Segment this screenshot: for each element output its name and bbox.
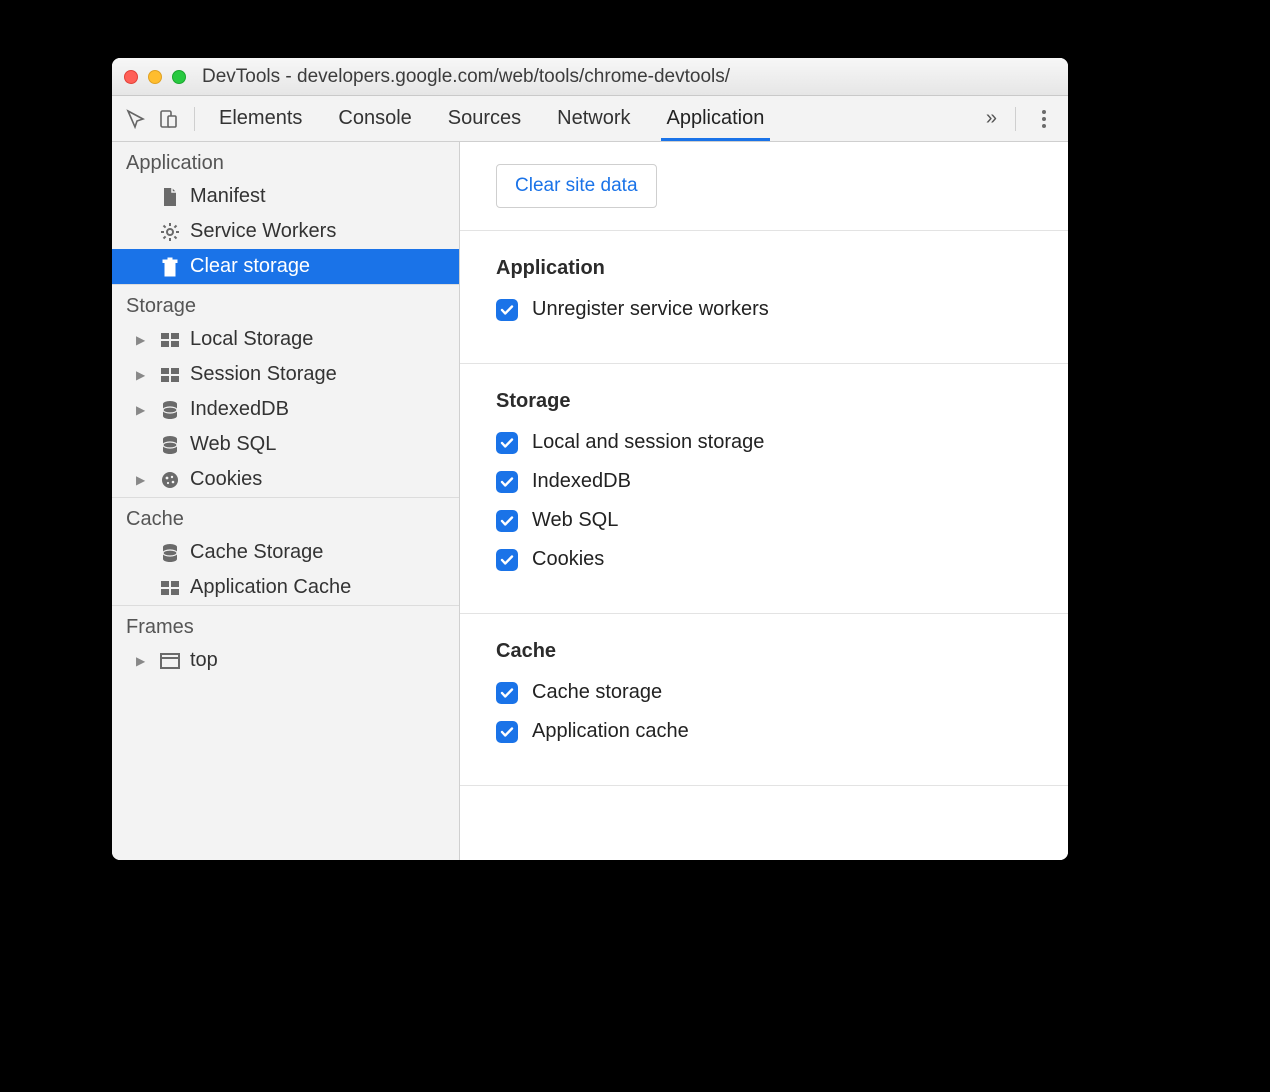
sidebar-item-label: Manifest (190, 185, 266, 208)
checkbox-application-cache[interactable]: Application cache (496, 720, 1032, 743)
sidebar-item-label: Web SQL (190, 433, 276, 456)
trash-icon (160, 257, 180, 277)
checkbox-cache-storage[interactable]: Cache storage (496, 681, 1032, 704)
sidebar-group-storage: Storage (112, 284, 459, 322)
section-storage: Storage Local and session storage IndexedD… (460, 364, 1068, 614)
sidebar-item-label: Session Storage (190, 363, 337, 386)
checkbox-box[interactable] (496, 471, 518, 493)
checkbox-box[interactable] (496, 721, 518, 743)
section-cache: Cache Cache storage Application cache (460, 614, 1068, 786)
devtools-toolbar: Elements Console Sources Network Application… (112, 96, 1068, 142)
sidebar-item-local-storage[interactable]: ▶ Local Storage (112, 322, 459, 357)
toggle-device-toolbar-icon[interactable] (154, 105, 182, 133)
sidebar-item-label: top (190, 649, 218, 672)
expand-triangle-icon[interactable]: ▶ (136, 403, 150, 417)
sidebar-item-label: Local Storage (190, 328, 313, 351)
grid-icon (160, 365, 180, 385)
panel-body: Application▶Manifest▶Service Workers▶Cle… (112, 142, 1068, 860)
checkbox-label: Application cache (532, 720, 689, 743)
section-application: Application Unregister service workers (460, 231, 1068, 364)
tab-application[interactable]: Application (661, 97, 771, 140)
sidebar-item-session-storage[interactable]: ▶ Session Storage (112, 357, 459, 392)
checkbox-web-sql[interactable]: Web SQL (496, 509, 1032, 532)
minimize-window-button[interactable] (148, 70, 162, 84)
db-icon (160, 435, 180, 455)
grid-icon (160, 330, 180, 350)
sidebar-item-cookies[interactable]: ▶ Cookies (112, 462, 459, 497)
sidebar-item-manifest[interactable]: ▶Manifest (112, 179, 459, 214)
checkbox-label: Unregister service workers (532, 298, 769, 321)
sidebar-group-frames: Frames (112, 605, 459, 643)
window-title: DevTools - developers.google.com/web/too… (202, 66, 730, 88)
sidebar-group-cache: Cache (112, 497, 459, 535)
sidebar-item-label: Cache Storage (190, 541, 323, 564)
sidebar-item-label: Cookies (190, 468, 262, 491)
checkbox-label: IndexedDB (532, 470, 631, 493)
tab-elements[interactable]: Elements (213, 97, 308, 140)
sidebar-item-indexeddb[interactable]: ▶ IndexedDB (112, 392, 459, 427)
sidebar-group-application: Application (112, 142, 459, 179)
window-controls (124, 70, 186, 84)
checkbox-box[interactable] (496, 682, 518, 704)
sidebar-item-label: Service Workers (190, 220, 336, 243)
checkbox-label: Cache storage (532, 681, 662, 704)
checkbox-label: Local and session storage (532, 431, 764, 454)
zoom-window-button[interactable] (172, 70, 186, 84)
application-sidebar: Application▶Manifest▶Service Workers▶Cle… (112, 142, 460, 860)
sidebar-item-top[interactable]: ▶ top (112, 643, 459, 678)
panel-tabs: Elements Console Sources Network Application (213, 97, 978, 140)
clear-site-data-button[interactable]: Clear site data (496, 164, 657, 208)
sidebar-item-application-cache[interactable]: ▶Application Cache (112, 570, 459, 605)
frame-icon (160, 651, 180, 671)
sidebar-item-label: IndexedDB (190, 398, 289, 421)
expand-triangle-icon[interactable]: ▶ (136, 654, 150, 668)
section-heading: Storage (496, 390, 1032, 413)
grid-icon (160, 578, 180, 598)
file-icon (160, 187, 180, 207)
expand-triangle-icon[interactable]: ▶ (136, 473, 150, 487)
sidebar-item-clear-storage[interactable]: ▶Clear storage (112, 249, 459, 284)
expand-triangle-icon[interactable]: ▶ (136, 368, 150, 382)
tab-network[interactable]: Network (551, 97, 636, 140)
checkbox-label: Cookies (532, 548, 604, 571)
db-icon (160, 400, 180, 420)
checkbox-cookies[interactable]: Cookies (496, 548, 1032, 571)
section-heading: Application (496, 257, 1032, 280)
toolbar-divider (1015, 107, 1016, 131)
checkbox-box[interactable] (496, 549, 518, 571)
inspect-element-icon[interactable] (122, 105, 150, 133)
checkbox-box[interactable] (496, 299, 518, 321)
settings-menu-icon[interactable] (1032, 110, 1056, 128)
section-heading: Cache (496, 640, 1032, 663)
clear-storage-pane: Clear site data Application Unregister ser… (460, 142, 1068, 860)
checkbox-box[interactable] (496, 432, 518, 454)
db-icon (160, 543, 180, 563)
sidebar-item-label: Clear storage (190, 255, 310, 278)
checkbox-box[interactable] (496, 510, 518, 532)
checkbox-local-and-session-storage[interactable]: Local and session storage (496, 431, 1032, 454)
close-window-button[interactable] (124, 70, 138, 84)
sidebar-item-cache-storage[interactable]: ▶Cache Storage (112, 535, 459, 570)
toolbar-divider (194, 107, 195, 131)
sidebar-item-label: Application Cache (190, 576, 351, 599)
gear-icon (160, 222, 180, 242)
sidebar-item-web-sql[interactable]: ▶Web SQL (112, 427, 459, 462)
checkbox-label: Web SQL (532, 509, 618, 532)
checkbox-indexeddb[interactable]: IndexedDB (496, 470, 1032, 493)
sidebar-item-service-workers[interactable]: ▶Service Workers (112, 214, 459, 249)
tab-sources[interactable]: Sources (442, 97, 527, 140)
tab-console[interactable]: Console (332, 97, 417, 140)
devtools-window: DevTools - developers.google.com/web/too… (112, 58, 1068, 860)
checkbox-unregister-service-workers[interactable]: Unregister service workers (496, 298, 1032, 321)
expand-triangle-icon[interactable]: ▶ (136, 333, 150, 347)
clear-site-data-section: Clear site data (460, 142, 1068, 231)
cookie-icon (160, 470, 180, 490)
titlebar: DevTools - developers.google.com/web/too… (112, 58, 1068, 96)
more-tabs-icon[interactable]: » (978, 107, 1005, 130)
